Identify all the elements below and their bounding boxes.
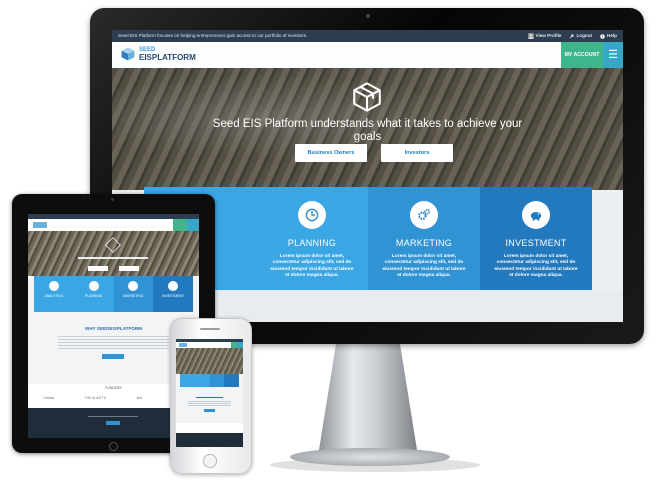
feature-title: MARKETING [395,238,453,248]
tablet-business-owners-button[interactable] [88,266,108,271]
logout-link[interactable]: Logout [569,30,592,42]
monitor-stand [318,344,418,456]
phone-feature-row [180,374,239,387]
analytics-icon [48,281,59,291]
help-link[interactable]: ? Help [600,30,617,42]
tablet-hero [28,231,199,276]
logo-line-2: EISPLATFORM [139,53,196,62]
view-profile-label: View Profile [535,33,562,38]
account-links: View Profile Logout ? Help [527,30,617,42]
hero-section: Seed EIS Platform understands what it ta… [112,68,623,190]
tablet-feature-title: ANALYTICS [44,294,64,298]
hamburger-icon[interactable] [187,219,199,231]
phone-feature-investment[interactable] [224,374,239,387]
monitor-camera [366,14,370,18]
cube-icon [353,82,381,112]
phone-read-more-button[interactable] [204,409,215,412]
tablet-read-more-button[interactable] [102,354,124,359]
help-icon: ? [600,33,605,39]
site-logo[interactable]: SEED EISPLATFORM [120,46,196,62]
phone-speaker [200,328,220,330]
cube-icon [105,237,121,253]
feature-investment[interactable]: INVESTMENT Lorem ipsum dolor sit amet, c… [480,187,592,290]
phone-why-text [188,401,231,407]
monitor-base [290,448,450,466]
tablet-camera [111,198,114,201]
cube-logo-icon [121,47,135,61]
feature-title: INVESTMENT [505,238,567,248]
gears-icon [410,201,438,229]
tablet-feature-planning[interactable]: PLANNING [73,276,114,312]
phone-feature-analytics[interactable] [180,374,195,387]
tablet-feature-title: MARKETING [123,294,144,298]
phone-feature-marketing[interactable] [209,374,225,387]
phone-home-button[interactable] [203,454,217,468]
feature-planning[interactable]: PLANNING Lorem ipsum dolor sit amet, con… [256,187,368,290]
logout-icon [570,34,574,38]
tablet-feature-title: INVESTMENT [162,294,185,298]
funder-logo: Ostrata [43,396,55,400]
tablet-investors-button[interactable] [119,266,139,271]
tablet-hero-title [78,257,148,259]
view-profile-link[interactable]: View Profile [527,30,562,42]
funder-logo: THE ALAN TU [84,396,107,400]
tablet-why-text [58,336,169,350]
hero-title: Seed EIS Platform understands what it ta… [212,118,523,143]
phone-why-title [196,397,223,398]
funder-logo: fast [136,396,143,400]
tablet-logo[interactable] [33,222,47,228]
phone-logo[interactable] [179,343,187,347]
site-tagline: Seed EIS Platform focuses on helping ent… [118,33,308,38]
business-owners-button[interactable]: Business Owners [295,144,367,162]
feature-description: Lorem ipsum dolor sit amet, consectetur … [494,254,578,279]
user-icon [527,33,534,39]
tablet-feature-title: PLANNING [84,294,103,298]
svg-text:?: ? [602,35,604,39]
tablet-header [28,219,199,231]
hamburger-icon[interactable]: ☰ [603,42,623,68]
piggy-bank-icon [168,281,179,291]
help-label: Help [607,33,617,38]
clock-icon [88,281,99,291]
tablet-feature-investment[interactable]: INVESTMENT [153,276,193,312]
gears-icon [128,281,139,291]
tablet-feature-row: ANALYTICS PLANNING MARKETING INVESTMENT [34,276,193,312]
feature-description: Lorem ipsum dolor sit amet, consectetur … [270,254,354,279]
my-account-button[interactable]: MY ACCOUNT [561,42,603,68]
investors-button[interactable]: Investors [381,144,453,162]
tablet-footer-button[interactable] [106,421,120,425]
tablet-feature-analytics[interactable]: ANALYTICS [34,276,74,312]
phone-hero [176,348,243,374]
feature-marketing[interactable]: MARKETING Lorem ipsum dolor sit amet, co… [368,187,480,290]
phone-funders-section [176,423,243,433]
tablet-footer-links [88,416,138,417]
piggy-bank-icon [522,201,550,229]
feature-title: PLANNING [287,238,337,248]
phone-footer [176,433,243,447]
tablet-account-button[interactable] [173,219,187,231]
phone-feature-planning[interactable] [194,374,210,387]
clock-icon [298,201,326,229]
top-info-strip: Seed EIS Platform focuses on helping ent… [112,30,623,42]
logout-label: Logout [576,33,593,38]
tablet-feature-marketing[interactable]: MARKETING [113,276,154,312]
phone-screen [176,339,243,447]
site-header: SEED EISPLATFORM MY ACCOUNT ☰ [112,42,623,68]
tablet-home-button[interactable] [109,442,118,451]
feature-description: Lorem ipsum dolor sit amet, consectetur … [382,254,466,279]
